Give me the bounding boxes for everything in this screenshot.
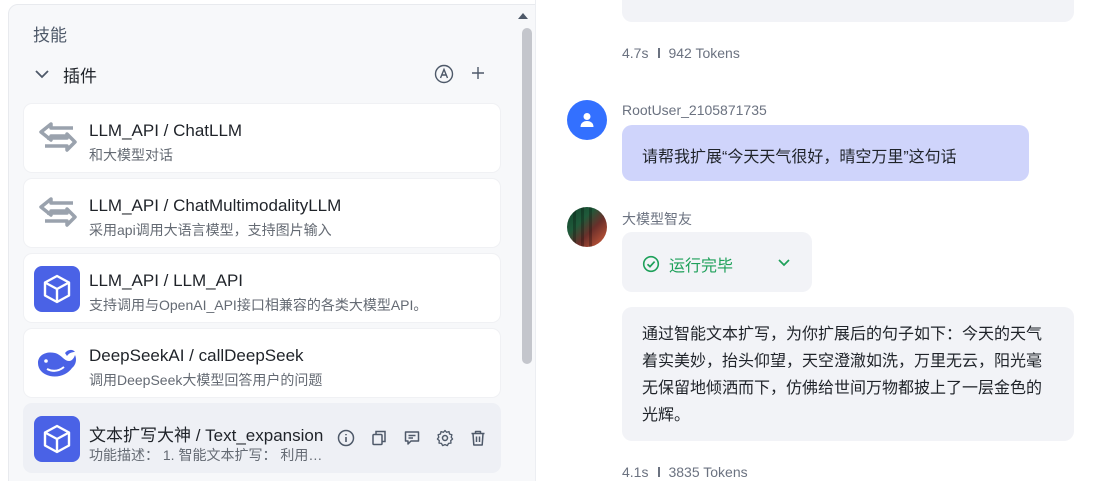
info-icon[interactable] xyxy=(336,428,356,448)
plugin-title: DeepSeekAI / callDeepSeek xyxy=(89,346,304,365)
token-count: 942 Tokens xyxy=(668,45,740,61)
run-status: 运行完毕 xyxy=(642,252,733,276)
plugin-item-calldeepseek[interactable]: DeepSeekAI / callDeepSeek 调用DeepSeek大模型回… xyxy=(23,328,501,398)
add-plugin-icon[interactable] xyxy=(469,64,487,82)
edit-note-icon[interactable] xyxy=(402,428,422,448)
whale-icon xyxy=(34,341,80,387)
plugin-toolbar xyxy=(336,428,488,448)
previous-bot-bubble xyxy=(622,0,1074,22)
plugin-item-chatllm[interactable]: LLM_API / ChatLLM 和大模型对话 xyxy=(23,103,501,173)
bot-avatar xyxy=(567,207,607,247)
plugin-group-toggle[interactable]: 插件 xyxy=(33,62,97,86)
user-message-text: 请帮我扩展“今天天气很好，晴空万里”这句话 xyxy=(642,149,957,166)
run-status-card[interactable]: 运行完毕 xyxy=(622,232,812,292)
plugin-item-text-expansion[interactable]: 文本扩写大神 / Text_expansion 功能描述： 1. 智能文本扩写：… xyxy=(23,403,501,473)
bot-answer-text: 通过智能文本扩写，为你扩展后的句子如下：今天的天气着实美妙，抬头仰望，天空澄澈如… xyxy=(642,326,1043,424)
answer-stats: 4.1s 3835 Tokens xyxy=(622,464,748,480)
user-message-bubble: 请帮我扩展“今天天气很好，晴空万里”这句话 xyxy=(622,125,1029,181)
run-status-text: 运行完毕 xyxy=(669,258,734,275)
plugin-desc: 功能描述： 1. 智能文本扩写： 利用大模型进行文本扩写 xyxy=(89,447,325,463)
plugin-item-llm-api[interactable]: LLM_API / LLM_API 支持调用与OpenAI_API接口相兼容的各… xyxy=(23,253,501,323)
skills-panel: 技能 插件 LLM_API / ChatLLM 和大模型对话 LLM_API /… xyxy=(0,0,536,481)
plugin-desc: 和大模型对话 xyxy=(89,147,173,163)
copy-icon[interactable] xyxy=(369,428,389,448)
plugin-item-chatmultimodalityllm[interactable]: LLM_API / ChatMultimodalityLLM 采用api调用大语… xyxy=(23,178,501,248)
caret-up-icon[interactable] xyxy=(516,9,530,23)
user-avatar xyxy=(567,100,607,140)
group-title: 插件 xyxy=(63,66,97,86)
gear-icon[interactable] xyxy=(435,428,455,448)
cube-icon xyxy=(34,266,80,312)
response-time: 4.7s xyxy=(622,45,649,61)
scrollbar-thumb[interactable] xyxy=(522,28,532,364)
previous-message-stats: 4.7s 942 Tokens xyxy=(622,45,740,61)
plugin-desc: 采用api调用大语言模型，支持图片输入 xyxy=(89,222,332,238)
user-name: RootUser_2105871735 xyxy=(622,102,767,118)
trash-icon[interactable] xyxy=(468,428,488,448)
plugin-desc: 支持调用与OpenAI_API接口相兼容的各类大模型API。 xyxy=(89,297,428,313)
section-title: 技能 xyxy=(33,26,67,45)
token-count: 3835 Tokens xyxy=(668,464,748,480)
bot-answer-bubble: 通过智能文本扩写，为你扩展后的句子如下：今天的天气着实美妙，抬头仰望，天空澄澈如… xyxy=(622,307,1074,441)
plugin-title: LLM_API / LLM_API xyxy=(89,271,244,290)
chevron-down-icon xyxy=(35,70,49,79)
plugin-desc: 调用DeepSeek大模型回答用户的问题 xyxy=(89,372,323,388)
person-icon xyxy=(580,113,594,127)
plugin-title: LLM_API / ChatMultimodalityLLM xyxy=(89,196,342,215)
chevron-down-icon[interactable] xyxy=(776,254,792,270)
response-time: 4.1s xyxy=(622,464,649,480)
chat-panel: 4.7s 942 Tokens RootUser_2105871735 请帮我扩… xyxy=(536,0,1112,481)
auto-icon[interactable] xyxy=(434,64,454,84)
cube-icon xyxy=(34,416,80,462)
stats-divider xyxy=(658,467,661,477)
bot-name: 大模型智友 xyxy=(622,211,692,227)
swap-arrows-icon xyxy=(34,116,80,162)
stats-divider xyxy=(658,48,661,58)
plugin-title: LLM_API / ChatLLM xyxy=(89,121,243,140)
plugin-title: 文本扩写大神 / Text_expansion xyxy=(89,426,324,445)
swap-arrows-icon xyxy=(34,191,80,237)
check-circle-icon xyxy=(642,255,660,273)
